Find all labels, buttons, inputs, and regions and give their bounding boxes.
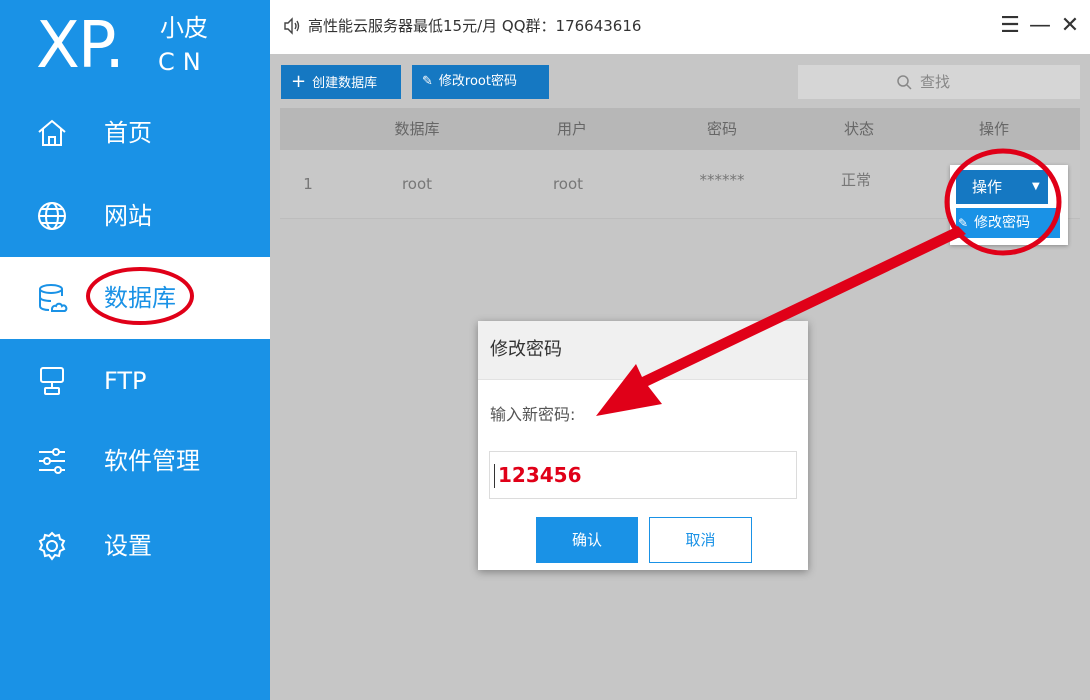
logo-sub: 小皮 — [160, 14, 208, 42]
gear-icon — [38, 531, 66, 561]
confirm-button[interactable]: 确认 — [536, 517, 638, 563]
cell-status: 正常 — [840, 171, 871, 189]
promo-text: 高性能云服务器最低15元/月 QQ群：176643616 — [308, 17, 642, 35]
change-password-label: 修改密码 — [974, 215, 1030, 231]
new-password-label: 输入新密码: — [490, 405, 576, 424]
minimize-button[interactable]: — — [1028, 12, 1052, 40]
table-header: 数据库 用户 密码 状态 操作 — [280, 108, 1080, 150]
nav-label: FTP — [104, 367, 147, 395]
search-icon — [897, 75, 912, 90]
text-caret — [494, 464, 495, 488]
change-root-password-button[interactable]: ✎ 修改root密码 — [412, 65, 549, 99]
main-panel: 高性能云服务器最低15元/月 QQ群：176643616 ☰ — ✕ + 创建数据… — [270, 0, 1090, 700]
dialog-header: 修改密码 — [478, 321, 808, 380]
change-root-password-label: 修改root密码 — [438, 74, 517, 89]
new-password-input[interactable]: 123456 — [489, 451, 797, 499]
cell-database: root — [401, 175, 433, 193]
nav-item-database[interactable]: 数据库 — [0, 257, 270, 339]
change-password-menu-item[interactable]: ✎ 修改密码 — [956, 208, 1060, 238]
globe-icon — [38, 202, 66, 230]
operation-dropdown: 操作 ▼ ✎ 修改密码 — [950, 165, 1068, 245]
search-input[interactable]: 查找 — [798, 65, 1080, 99]
nav-item-settings[interactable]: 设置 — [0, 505, 270, 587]
logo-cn: CN — [158, 48, 209, 76]
pencil-icon: ✎ — [422, 74, 433, 89]
column-header: 用户 — [556, 120, 587, 138]
create-database-button[interactable]: + 创建数据库 — [281, 65, 401, 99]
logo-main: XP. — [36, 9, 125, 83]
nav-item-ftp[interactable]: FTP — [0, 340, 270, 422]
nav-item-home[interactable]: 首页 — [0, 92, 270, 174]
speaker-icon — [284, 17, 300, 35]
change-password-dialog: 修改密码 输入新密码: 123456 确认 取消 — [478, 321, 808, 570]
nav-label: 软件管理 — [104, 447, 200, 475]
close-button[interactable]: ✕ — [1058, 12, 1082, 40]
plus-icon: + — [291, 71, 307, 92]
column-header: 密码 — [706, 120, 737, 138]
operation-label: 操作 — [972, 178, 1003, 196]
column-header: 状态 — [843, 120, 874, 138]
nav-item-website[interactable]: 网站 — [0, 175, 270, 257]
sidebar: XP. 小皮 CN 首页 网站 数据库 FTP 软件管理 设置 — [0, 0, 270, 700]
cancel-button[interactable]: 取消 — [649, 517, 752, 563]
cell-password: ****** — [699, 171, 745, 189]
home-icon — [38, 119, 66, 146]
create-database-label: 创建数据库 — [312, 76, 378, 91]
pencil-icon: ✎ — [958, 216, 969, 230]
cell-user: root — [552, 175, 584, 193]
nav-label: 网站 — [104, 202, 152, 230]
nav-label: 数据库 — [104, 284, 176, 312]
dialog-title: 修改密码 — [490, 339, 562, 360]
nav-label: 首页 — [104, 119, 152, 147]
new-password-value: 123456 — [498, 463, 582, 487]
sliders-icon — [39, 448, 65, 474]
menu-button[interactable]: ☰ — [998, 12, 1022, 40]
nav-label: 设置 — [104, 532, 152, 560]
titlebar: 高性能云服务器最低15元/月 QQ群：176643616 ☰ — ✕ — [270, 0, 1090, 54]
nav-item-software[interactable]: 软件管理 — [0, 420, 270, 502]
caret-down-icon: ▼ — [1032, 181, 1040, 192]
column-header: 数据库 — [394, 120, 440, 138]
ftp-server-icon — [40, 367, 64, 395]
operation-button[interactable]: 操作 ▼ — [956, 170, 1048, 204]
database-icon — [39, 284, 68, 312]
search-placeholder: 查找 — [920, 73, 951, 91]
row-index: 1 — [303, 175, 313, 193]
column-header: 操作 — [978, 120, 1009, 138]
logo: XP. 小皮 CN — [0, 0, 270, 100]
